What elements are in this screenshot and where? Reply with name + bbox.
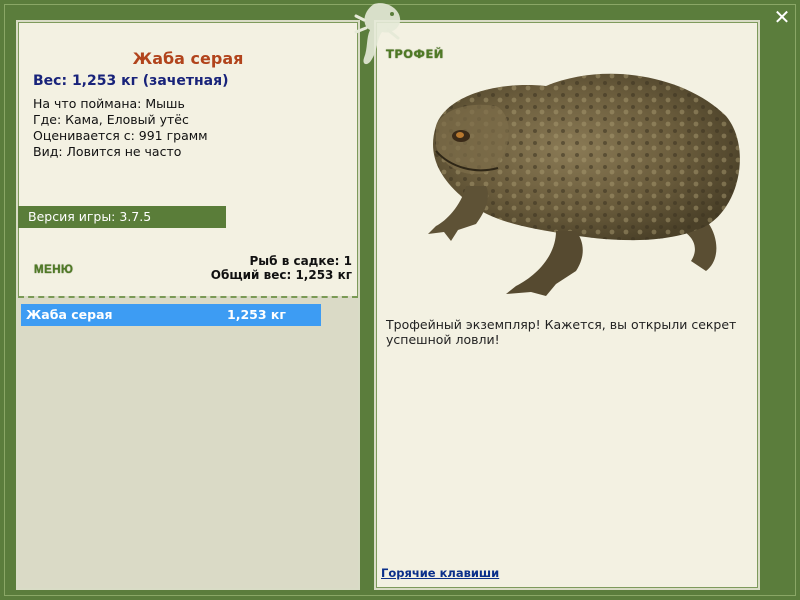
caught-on-text: На что поймана: Мышь — [33, 96, 185, 111]
trophy-panel: ТРОФЕЙ Трофейный экземпляр! Кажется, вы … — [374, 20, 760, 590]
kind-text: Вид: Ловится не часто — [33, 144, 182, 159]
trophy-message: Трофейный экземпляр! Кажется, вы открыли… — [386, 317, 737, 347]
fish-title: Жаба серая — [132, 49, 244, 68]
list-item-name: Жаба серая — [26, 307, 113, 322]
menu-button[interactable]: МЕНЮ — [34, 264, 73, 276]
fish-details: На что поймана: Мышь Где: Кама, Еловый у… — [33, 96, 208, 160]
lizard-logo-icon — [354, 3, 401, 65]
rated-from-text: Оценивается с: 991 грамм — [33, 128, 208, 143]
list-item-weight: 1,253 кг — [227, 307, 286, 322]
fish-info-panel: Жаба серая Вес: 1,253 кг (зачетная) На ч… — [16, 20, 360, 590]
version-bar: Версия игры: 3.7.5 — [18, 206, 226, 228]
keepnet-stats: Рыб в садке: 1 Общий вес: 1,253 кг — [211, 254, 352, 282]
list-item[interactable]: Жаба серая 1,253 кг — [21, 304, 321, 326]
catch-list[interactable]: Жаба серая 1,253 кг — [18, 296, 358, 588]
toad-image — [428, 73, 740, 296]
fish-count-text: Рыб в садке: 1 — [249, 254, 353, 268]
hotkeys-link[interactable]: Горячие клавиши — [381, 566, 499, 580]
close-icon[interactable]: ✕ — [768, 4, 796, 30]
location-text: Где: Кама, Еловый утёс — [33, 112, 189, 127]
total-weight-text: Общий вес: 1,253 кг — [210, 268, 352, 282]
fish-weight: Вес: 1,253 кг (зачетная) — [33, 73, 229, 89]
